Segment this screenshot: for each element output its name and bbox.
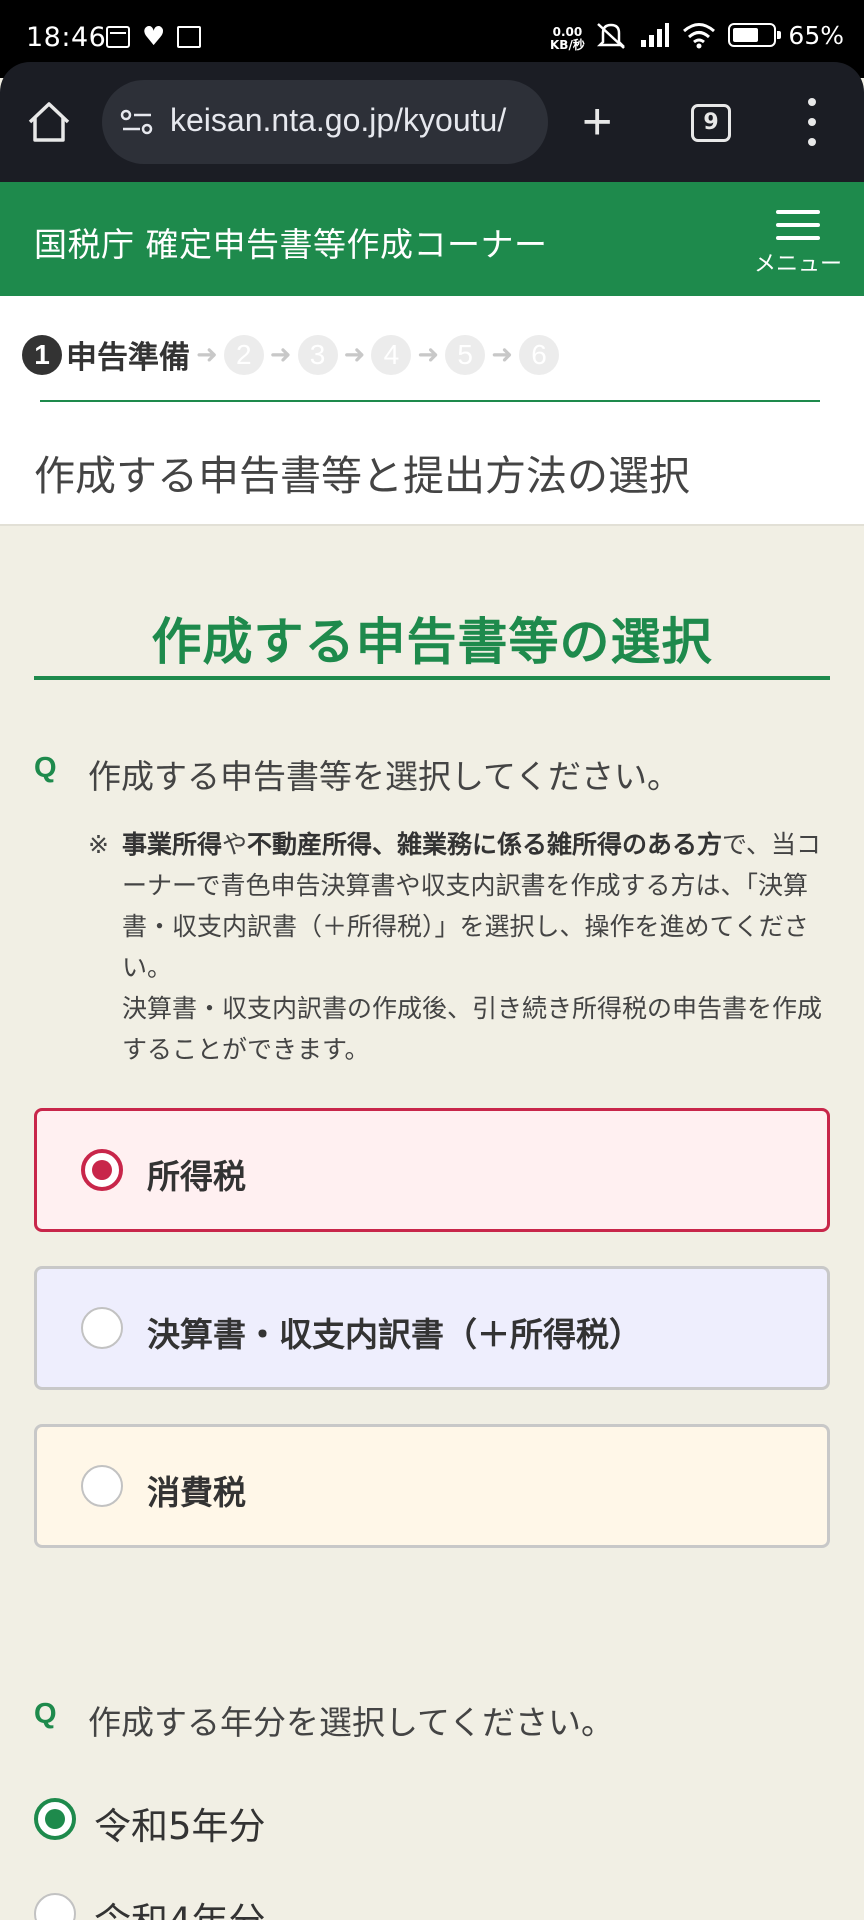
url-text[interactable]: keisan.nta.go.jp/kyoutu/ [170,102,536,139]
site-title[interactable]: 国税庁 確定申告書等作成コーナー [34,218,548,266]
note-bold-business: 事業所得 [122,830,223,859]
option-income-tax[interactable]: 所得税 [34,1108,830,1232]
arrow-right-icon: ➜ [491,339,513,370]
step-1-label: 申告準備 [66,340,190,376]
calendar-icon [106,26,130,48]
step-4: 4 [371,334,412,375]
step-6: 6 [518,334,559,375]
step-1: 1 [22,334,62,375]
year-label[interactable]: 令和5年分 [94,1796,266,1850]
radio-unselected-icon[interactable] [81,1307,123,1349]
page-title: 作成する申告書等と提出方法の選択 [34,452,690,500]
step-2: 2 [223,334,264,375]
new-tab-icon[interactable]: + [582,96,612,148]
status-time: 18:46 [26,22,107,53]
question-text: 作成する申告書等を選択してください。 [88,757,681,796]
heart-icon: ♥ [142,22,166,52]
note-text-part: や [222,830,248,859]
site-settings-icon[interactable] [120,108,154,136]
signal-icon [641,23,670,47]
more-menu-icon[interactable] [804,98,820,146]
mute-icon [597,23,626,49]
wifi-icon [683,23,716,49]
question-mark: Q [34,752,57,784]
menu-label[interactable]: メニュー [752,246,844,278]
radio-unselected-icon[interactable] [81,1465,123,1507]
year-label[interactable]: 令和4年分 [94,1891,266,1920]
option-label[interactable]: 消費税 [147,1466,246,1514]
tab-switcher-button[interactable]: 9 [691,104,731,142]
radio-unselected-icon[interactable] [34,1893,76,1920]
step-progress-panel: 1 申告準備 ➜ 2 ➜ 3 ➜ 4 ➜ 5 ➜ 6 作成する申告書等と提出方法… [0,296,864,526]
browser-toolbar: keisan.nta.go.jp/kyoutu/ + 9 [0,62,864,182]
network-speed: 0.00 KB/秒 [550,25,585,52]
note-bold-realestate: 不動産所得、雑業務に係る雑所得のある方 [247,830,723,859]
step-5: 5 [445,334,486,375]
home-icon[interactable] [26,100,72,144]
question-text: 作成する年分を選択してください。 [88,1703,615,1742]
step-indicator: 1 申告準備 ➜ 2 ➜ 3 ➜ 4 ➜ 5 ➜ 6 [22,332,559,377]
status-right-icons: 65% [594,20,844,50]
arrow-right-icon: ➜ [343,339,366,370]
battery-icon [728,23,782,47]
status-notification-icons: ♥ [106,22,202,52]
address-bar[interactable]: keisan.nta.go.jp/kyoutu/ [102,80,548,164]
menu-button[interactable]: メニュー [752,210,844,278]
question-mark: Q [34,1698,57,1730]
section-divider [34,676,830,680]
radio-selected-icon[interactable] [81,1149,123,1191]
note-mark: ※ [88,830,109,859]
battery-percent: 65% [788,20,844,50]
option-financial-statement[interactable]: 決算書・収支内訳書（＋所得税） [34,1266,830,1390]
option-label[interactable]: 決算書・収支内訳書（＋所得税） [147,1308,642,1356]
note-line-2: 決算書・収支内訳書の作成後、引き続き所得税の申告書を作成することができます。 [122,994,823,1064]
arrow-right-icon: ➜ [417,339,440,370]
hamburger-icon[interactable] [776,210,820,240]
section-title: 作成する申告書等の選択 [151,613,713,671]
notification-box-icon [177,26,202,48]
site-header: 国税庁 確定申告書等作成コーナー メニュー [0,182,864,296]
arrow-right-icon: ➜ [269,339,292,370]
radio-selected-icon[interactable] [34,1798,76,1840]
option-consumption-tax[interactable]: 消費税 [34,1424,830,1548]
step-divider [40,400,820,402]
battery-fill [733,28,759,42]
note-text: ※ 事業所得や不動産所得、雑業務に係る雑所得のある方で、当コーナーで青色申告決算… [88,824,828,1070]
option-label[interactable]: 所得税 [147,1150,246,1198]
step-3: 3 [297,334,338,375]
arrow-right-icon: ➜ [196,339,218,370]
